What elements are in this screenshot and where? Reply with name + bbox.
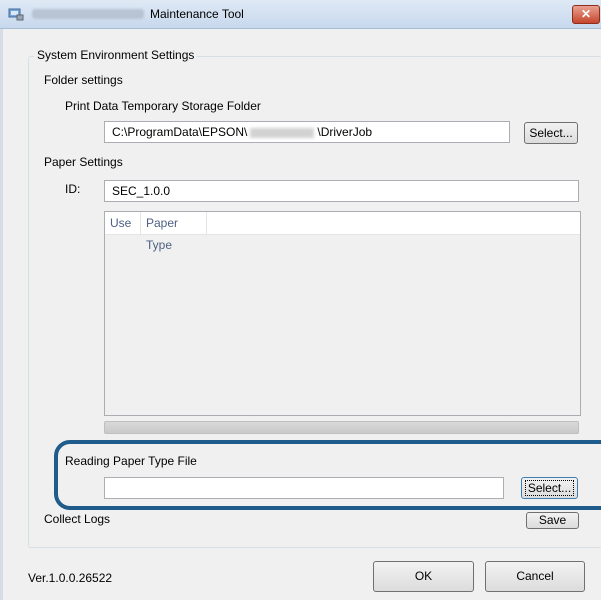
- ok-button[interactable]: OK: [373, 561, 474, 592]
- column-use[interactable]: Use: [105, 212, 141, 234]
- save-logs-button[interactable]: Save: [526, 512, 579, 529]
- path-prefix: C:\ProgramData\EPSON\: [112, 125, 248, 139]
- group-label: System Environment Settings: [34, 48, 198, 62]
- folder-settings-heading: Folder settings: [44, 73, 123, 87]
- path-suffix: \DriverJob: [317, 125, 373, 139]
- app-icon: [8, 7, 24, 21]
- folder-select-button[interactable]: Select...: [524, 122, 578, 144]
- id-label: ID:: [65, 182, 81, 196]
- version-label: Ver.1.0.0.26522: [28, 571, 113, 585]
- storage-folder-label: Print Data Temporary Storage Folder: [65, 99, 261, 113]
- horizontal-scrollbar[interactable]: [104, 421, 579, 434]
- collect-logs-label: Collect Logs: [44, 512, 111, 526]
- redacted-model-name: [250, 127, 315, 138]
- redacted-product-name: [32, 9, 144, 19]
- window-title: Maintenance Tool: [150, 7, 244, 21]
- paper-settings-heading: Paper Settings: [44, 155, 123, 169]
- paper-type-list[interactable]: Use Paper Type: [104, 211, 581, 416]
- highlight-annotation: [54, 440, 601, 510]
- id-field[interactable]: SEC_1.0.0: [104, 180, 579, 202]
- storage-folder-field[interactable]: C:\ProgramData\EPSON\ \DriverJob: [104, 121, 510, 143]
- list-header: Use Paper Type: [105, 212, 580, 252]
- window-edge: [0, 28, 3, 600]
- title-bar[interactable]: Maintenance Tool ✕: [0, 0, 601, 29]
- cancel-button[interactable]: Cancel: [485, 561, 585, 592]
- close-icon: ✕: [580, 7, 592, 21]
- column-paper-type[interactable]: Paper Type: [141, 212, 207, 252]
- maintenance-tool-window: Maintenance Tool ✕ System Environment Se…: [0, 0, 601, 600]
- close-button[interactable]: ✕: [572, 5, 600, 24]
